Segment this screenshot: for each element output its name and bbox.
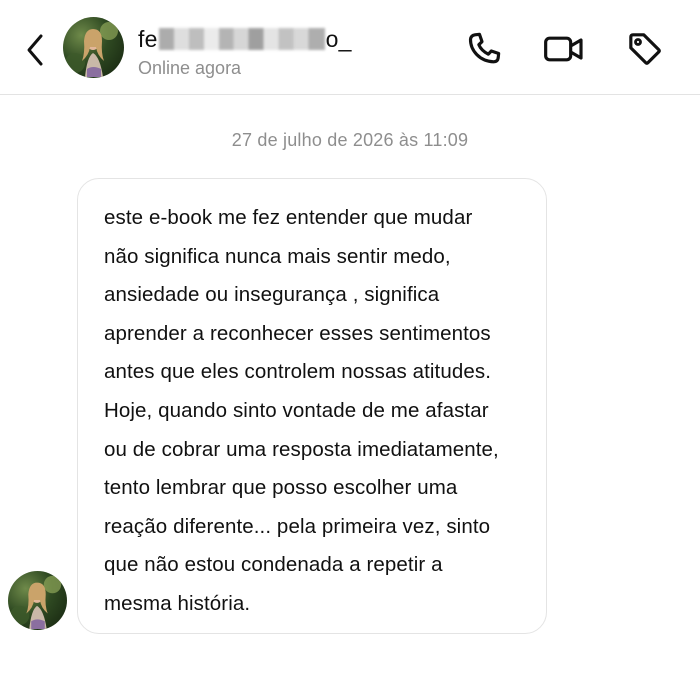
chat-header: fe o_ Online agora	[0, 0, 700, 95]
message-line: este e-book me fez entender que mudar	[104, 206, 473, 229]
call-button[interactable]	[463, 28, 505, 70]
message-timestamp: 27 de julho de 2026 às 11:09	[231, 130, 469, 150]
contact-name-start: fe	[138, 25, 158, 52]
tag-button[interactable]	[624, 28, 666, 70]
contact-name[interactable]: fe o_	[138, 24, 352, 54]
video-camera-icon	[542, 29, 586, 69]
message-bubble[interactable]: este e-book me fez entender que mudar nã…	[77, 178, 547, 634]
message-line: aprender a reconhecer esses sentimentos	[104, 321, 491, 345]
back-button[interactable]	[18, 28, 52, 72]
message-line: tento lembrar que posso escolher uma	[104, 476, 458, 500]
message-line: que não estou condenada a repetir a	[104, 553, 443, 577]
chevron-left-icon	[25, 33, 45, 67]
sender-avatar[interactable]	[8, 571, 67, 630]
message-line: ansiedade ou insegurança , significa	[104, 283, 440, 307]
contact-name-end: o_	[325, 25, 352, 52]
message-line: mesma história.	[104, 591, 251, 615]
message-line: Hoje, quando sinto vontade de me afastar	[104, 398, 489, 422]
message-line: reação diferente... pela primeira vez, s…	[104, 514, 491, 538]
message-line: não significa nunca mais sentir medo,	[104, 244, 451, 268]
online-status: Online agora	[138, 58, 242, 78]
contact-avatar[interactable]	[63, 17, 124, 78]
name-redaction-blur	[158, 28, 325, 50]
phone-icon	[464, 29, 504, 69]
tag-icon	[625, 29, 665, 69]
video-call-button[interactable]	[543, 28, 585, 70]
message-line: antes que eles controlem nossas atitudes…	[104, 360, 491, 384]
message-line: ou de cobrar uma resposta imediatamente,	[104, 437, 499, 461]
